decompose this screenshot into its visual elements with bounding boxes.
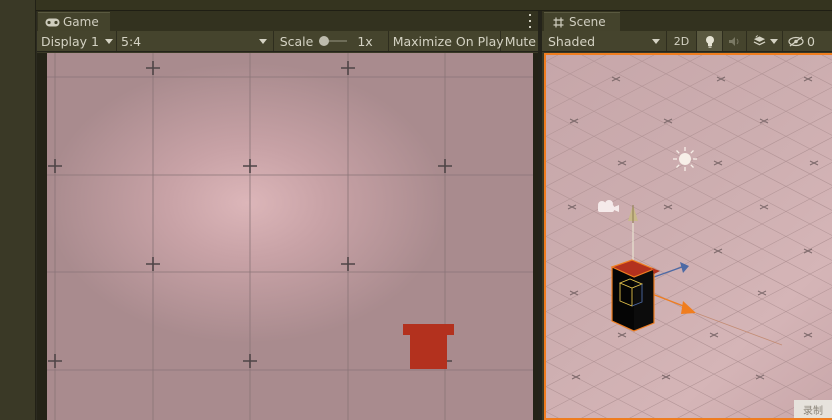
corner-overlay-text: 录制 [803,405,823,417]
left-gutter [0,0,36,420]
scale-control: Scale 1x [274,31,389,51]
game-tabbar: Game [37,11,540,31]
x-axis-gizmo [633,286,783,346]
display-dropdown[interactable]: Display 1 [37,31,117,51]
z-axis-gizmo [653,262,689,278]
maximize-on-play-toggle[interactable]: Maximize On Play [389,31,504,51]
toggle-2d-label: 2D [673,34,690,48]
maximize-label: Maximize On Play [392,33,504,49]
tab-game-label: Game [63,15,99,29]
selected-block-object [610,259,660,332]
display-value: Display 1 [41,33,100,49]
scene-toolbar: Shaded 2D 0 [542,31,832,52]
lighting-toggle[interactable] [697,31,723,51]
scene-panel: Scene Shaded 2D 0 录制 [542,11,832,420]
tab-game[interactable]: Game [38,12,110,31]
audio-toggle[interactable] [723,31,747,51]
speaker-icon [729,36,739,46]
directional-light-icon [673,147,697,171]
display-chevron-down-icon [105,38,114,44]
tab-scene[interactable]: Scene [544,12,620,31]
game-menu-kebab-icon[interactable] [528,14,532,28]
game-letterbox-left [37,53,47,420]
eye-slash-icon [788,35,804,47]
effects-layers-icon [753,35,766,46]
scale-value: 1x [357,33,373,49]
shading-value: Shaded [548,33,596,49]
camera-icon [598,200,619,212]
scale-slider[interactable] [319,36,348,46]
effects-chevron-down-icon [770,38,778,44]
toggle-2d-button[interactable]: 2D [667,31,697,51]
tab-scene-label: Scene [569,15,606,29]
shading-dropdown[interactable]: Shaded [542,31,667,51]
red-block-object [403,324,454,369]
top-strip [36,0,832,11]
scale-slider-thumb[interactable] [319,36,330,46]
hidden-count: 0 [807,33,815,49]
lightbulb-icon [705,35,714,48]
game-toolbar: Display 1 5:4 Scale 1x Maximize On Play … [37,31,540,52]
gamepad-icon [44,16,60,28]
visibility-toggle[interactable]: 0 [783,31,823,51]
scene-viewport[interactable]: 录制 [544,53,832,420]
aspect-dropdown[interactable]: 5:4 [117,31,274,51]
corner-overlay: 录制 [794,400,832,418]
mute-toggle[interactable]: Mute [501,31,540,51]
editor-root: Game Display 1 5:4 Scale 1x Maximize On … [0,0,832,420]
game-viewport[interactable] [47,53,533,420]
aspect-value: 5:4 [121,33,142,49]
game-panel: Game Display 1 5:4 Scale 1x Maximize On … [37,11,540,420]
shading-chevron-down-icon [652,38,660,44]
scene-objects [598,147,783,346]
scale-label: Scale [279,33,314,49]
effects-dropdown[interactable] [747,31,783,51]
scene-tabbar: Scene [542,11,832,31]
mute-label: Mute [504,33,536,49]
grid-hash-icon [550,16,566,28]
aspect-chevron-down-icon [258,38,267,44]
